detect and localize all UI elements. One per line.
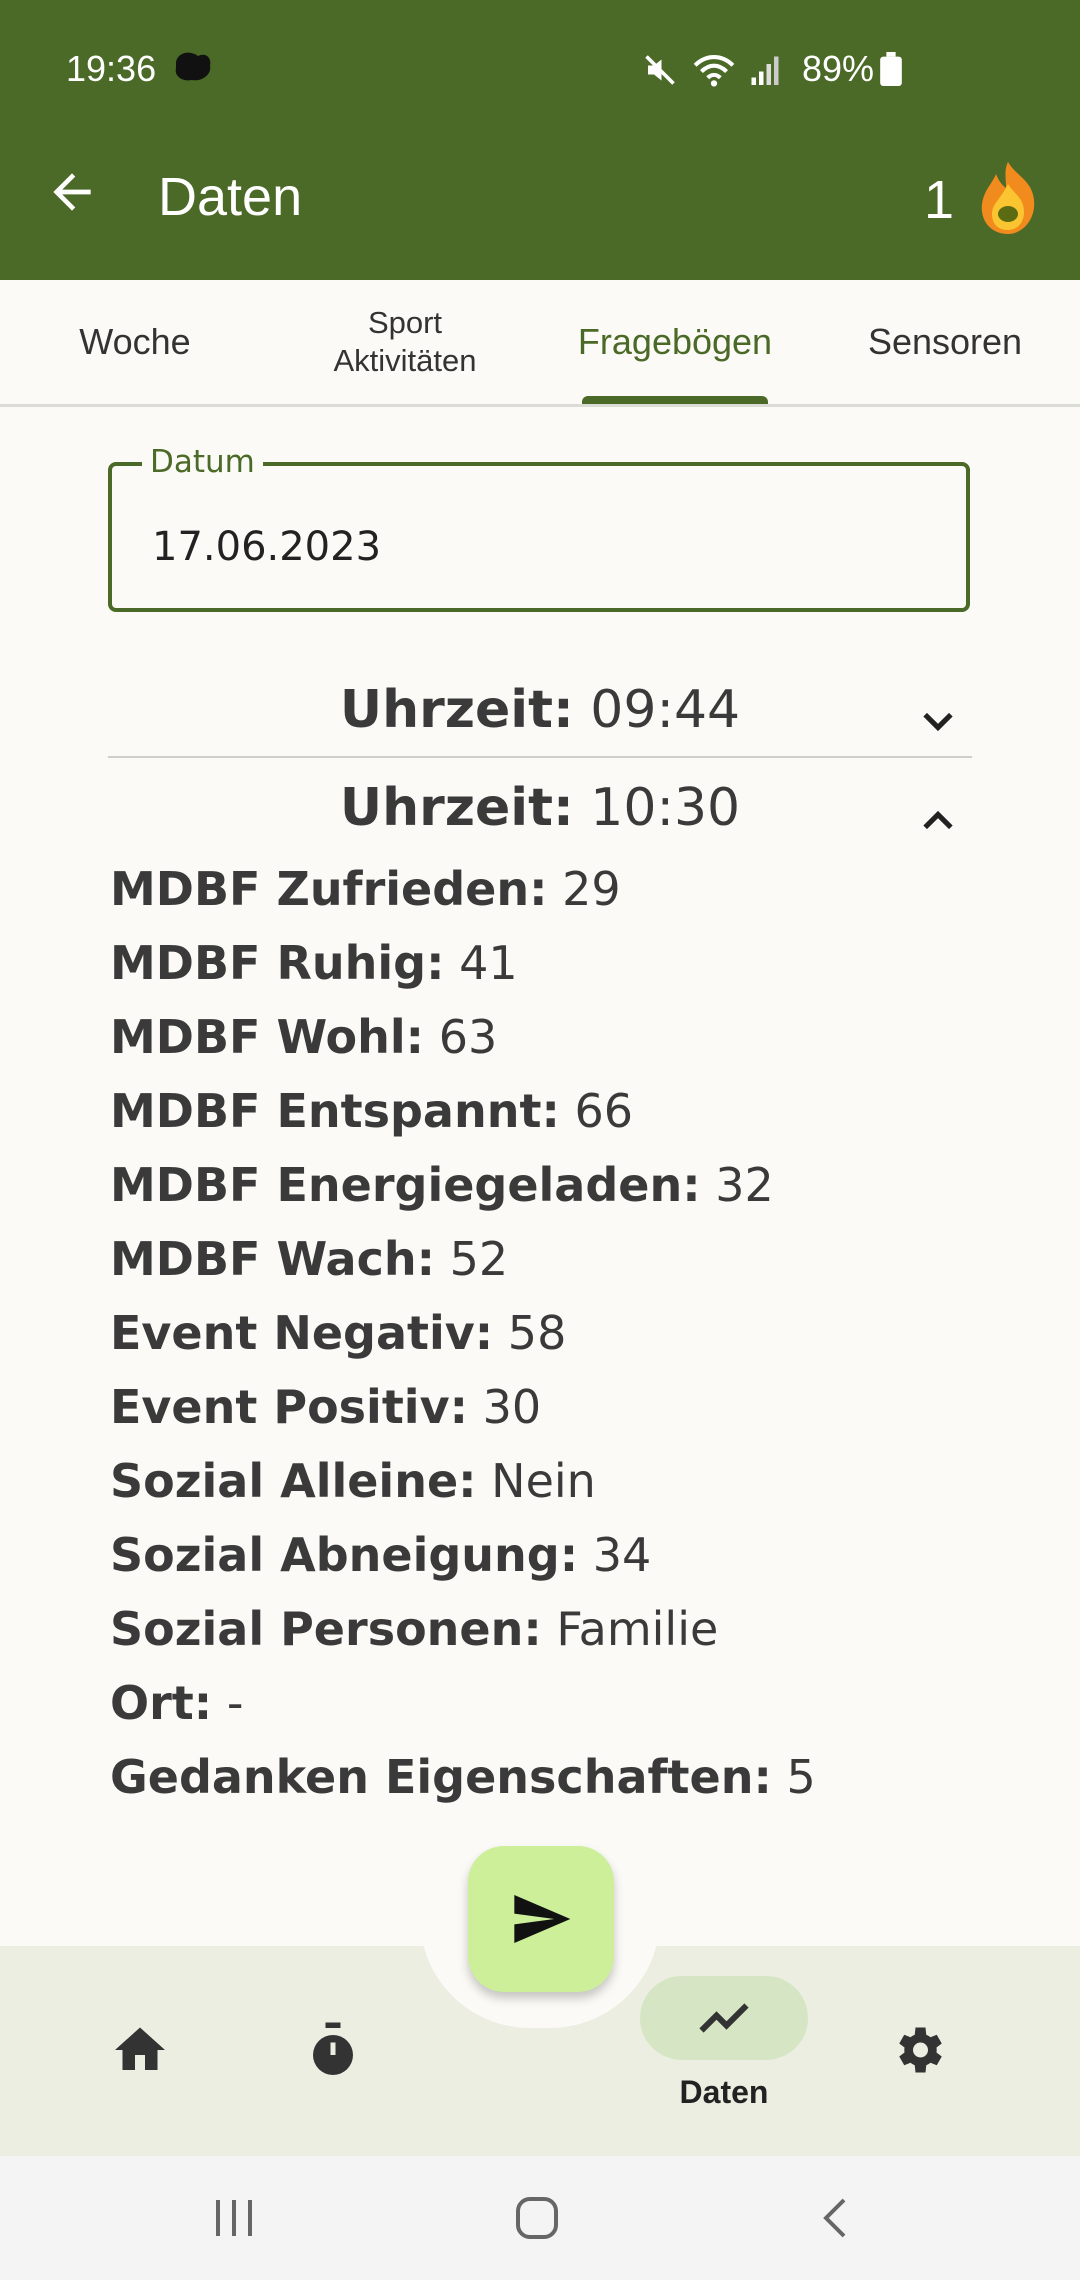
- entry-time: Uhrzeit: 09:44: [108, 680, 972, 740]
- streak-counter: 1: [924, 160, 1044, 240]
- list-item: Sozial Alleine: Nein: [110, 1454, 596, 1508]
- send-button[interactable]: [468, 1846, 614, 1992]
- date-field[interactable]: Datum 17.06.2023: [108, 444, 970, 612]
- chart-icon: [699, 2003, 749, 2033]
- list-item: Gedanken Eigenschaften: 5: [110, 1750, 816, 1804]
- fire-icon: [972, 160, 1044, 240]
- list-item: MDBF Zufrieden: 29: [110, 862, 621, 916]
- nav-settings[interactable]: [888, 2020, 948, 2080]
- list-item: Event Positiv: 30: [110, 1380, 542, 1434]
- tab-sport-aktivitaeten[interactable]: Sport Aktivitäten: [270, 280, 540, 404]
- system-navigation-bar: [0, 2156, 1080, 2280]
- back-arrow-icon[interactable]: [44, 164, 100, 220]
- send-icon: [514, 1895, 571, 1943]
- nav-daten-label: Daten: [679, 2074, 769, 2110]
- nav-home[interactable]: [110, 2020, 170, 2080]
- timer-icon: [313, 2022, 353, 2075]
- tab-label: Sensoren: [867, 321, 1023, 362]
- date-field-label: Datum: [142, 444, 263, 480]
- battery-icon: [880, 52, 902, 90]
- recent-apps-icon[interactable]: [210, 2196, 260, 2244]
- list-item: Ort: -: [110, 1676, 244, 1730]
- battery-percent: 89%: [801, 48, 874, 89]
- answers-list: MDBF Zufrieden: 29 MDBF Ruhig: 41 MDBF W…: [110, 862, 816, 1824]
- status-bar: 19:36 89%: [0, 40, 1080, 100]
- tab-label: Woche: [79, 321, 191, 362]
- mute-icon: [645, 55, 675, 85]
- date-field-value: 17.06.2023: [152, 524, 382, 570]
- notification-icon: [172, 50, 214, 88]
- entry-time-label: Uhrzeit:: [339, 778, 574, 838]
- chevron-down-icon[interactable]: [916, 700, 960, 744]
- divider: [108, 756, 972, 758]
- top-app-bar: 19:36 89% Daten 1: [0, 0, 1080, 280]
- tab-frageboegen[interactable]: Fragebögen: [540, 280, 810, 404]
- list-item: MDBF Wach: 52: [110, 1232, 509, 1286]
- list-item: Sozial Personen: Familie: [110, 1602, 719, 1656]
- list-item: MDBF Ruhig: 41: [110, 936, 518, 990]
- entry-header-expanded[interactable]: Uhrzeit: 10:30: [108, 778, 972, 868]
- entry-time-value: 09:44: [590, 680, 741, 740]
- app-bar: Daten 1: [0, 150, 1080, 250]
- chevron-up-icon[interactable]: [916, 798, 960, 842]
- home-circle-icon[interactable]: [512, 2196, 562, 2244]
- tab-label-line1: Sport: [367, 305, 443, 340]
- tab-sensoren[interactable]: Sensoren: [810, 280, 1080, 404]
- entry-time-value: 10:30: [590, 778, 741, 838]
- home-icon: [115, 2027, 165, 2070]
- signal-icon: [751, 56, 779, 85]
- list-item: MDBF Entspannt: 66: [110, 1084, 634, 1138]
- page-title: Daten: [158, 167, 303, 227]
- streak-count: 1: [923, 170, 954, 230]
- list-item: Sozial Abneigung: 34: [110, 1528, 652, 1582]
- status-icons: [642, 52, 780, 88]
- active-tab-indicator: [582, 396, 768, 404]
- list-item: Event Negativ: 58: [110, 1306, 567, 1360]
- nav-daten[interactable]: [640, 1976, 808, 2060]
- entry-time-label: Uhrzeit:: [339, 680, 574, 740]
- list-item: MDBF Energiegeladen: 32: [110, 1158, 774, 1212]
- entry-time: Uhrzeit: 10:30: [108, 778, 972, 838]
- settings-icon: [899, 2027, 942, 2073]
- status-time: 19:36: [66, 48, 157, 89]
- tab-woche[interactable]: Woche: [0, 280, 270, 404]
- nav-timer[interactable]: [303, 2020, 363, 2080]
- tab-label-line2: Aktivitäten: [333, 343, 477, 378]
- tab-label: Fragebögen: [577, 321, 773, 362]
- wifi-icon: [693, 55, 735, 87]
- tab-bar: Woche Sport Aktivitäten Fragebögen Senso…: [0, 280, 1080, 407]
- back-icon[interactable]: [812, 2196, 862, 2244]
- list-item: MDBF Wohl: 63: [110, 1010, 498, 1064]
